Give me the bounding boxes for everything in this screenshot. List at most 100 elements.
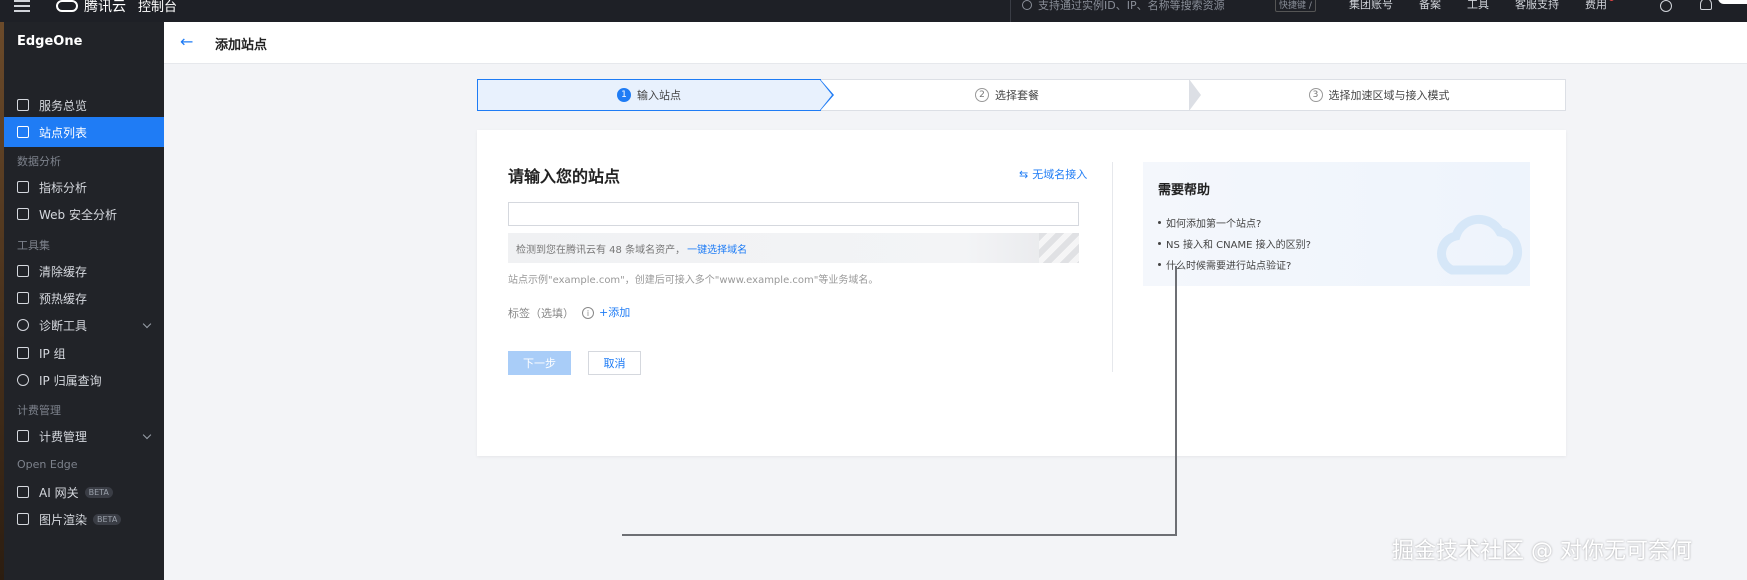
chart-icon <box>17 181 29 193</box>
sidebar: EdgeOne 服务总览 站点列表 数据分析 指标分析 Web 安全分析 工具集… <box>4 22 164 580</box>
notice-text: 检测到您在腾讯云有 48 条域名资产， <box>516 244 686 256</box>
help-item[interactable]: 如何添加第一个站点? <box>1158 212 1311 233</box>
sidebar-item-label: 图片渲染 <box>39 512 88 527</box>
topbar-link-tools[interactable]: 工具 <box>1467 0 1489 12</box>
swap-icon: ⇆ <box>1019 167 1029 181</box>
ip-icon <box>17 347 29 359</box>
bell-icon[interactable] <box>1700 0 1712 10</box>
product-name: EdgeOne <box>17 34 83 49</box>
sidebar-item-overview[interactable]: 服务总览 <box>4 90 164 120</box>
help-icon[interactable] <box>1660 0 1672 12</box>
chevron-down-icon <box>142 430 152 440</box>
grid-icon <box>17 99 29 111</box>
select-domain-link[interactable]: 一键选择域名 <box>687 241 747 256</box>
sidebar-group-tools: 工具集 <box>17 239 50 252</box>
help-item-label: 如何添加第一个站点? <box>1166 219 1262 230</box>
help-item[interactable]: NS 接入和 CNAME 接入的区别? <box>1158 233 1311 254</box>
help-panel: 需要帮助 如何添加第一个站点? NS 接入和 CNAME 接入的区别? 什么时候… <box>1143 162 1530 286</box>
shortcut-badge: 快捷键 / <box>1275 0 1316 12</box>
sidebar-item-label: IP 归属查询 <box>39 373 102 388</box>
cloud-decoration-icon <box>1437 214 1523 275</box>
card-divider <box>1112 162 1113 372</box>
help-title: 需要帮助 <box>1158 183 1211 198</box>
page-header: ← 添加站点 <box>164 22 1747 64</box>
tag-label: 标签（选填） <box>508 307 574 320</box>
image-icon <box>17 513 29 525</box>
cancel-button[interactable]: 取消 <box>588 351 641 375</box>
topbar-divider <box>1010 0 1011 22</box>
list-icon <box>17 126 29 138</box>
next-button[interactable]: 下一步 <box>508 351 571 375</box>
avatar[interactable] <box>1718 0 1747 4</box>
search-icon <box>17 374 29 386</box>
help-item[interactable]: 什么时候需要进行站点验证? <box>1158 254 1311 275</box>
add-tag-label: 添加 <box>608 306 631 319</box>
sidebar-item-label: Web 安全分析 <box>39 207 117 222</box>
sidebar-item-site-list[interactable]: 站点列表 <box>4 117 164 147</box>
sidebar-item-purge-cache[interactable]: 清除缓存 <box>4 256 164 286</box>
sidebar-item-ip-group[interactable]: IP 组 <box>4 338 164 368</box>
sidebar-item-label: IP 组 <box>39 346 66 361</box>
diagnose-icon <box>17 319 29 331</box>
bullet-icon <box>1158 221 1161 224</box>
beta-badge: BETA <box>84 486 113 498</box>
sidebar-item-ai-gateway[interactable]: AI 网关 BETA <box>4 477 164 507</box>
download-icon <box>17 292 29 304</box>
stepper: 1 输入站点 2 选择套餐 3 选择加速区域与接入模式 <box>477 79 1566 111</box>
cloud-logo-icon <box>56 0 78 12</box>
sidebar-item-image-render[interactable]: 图片渲染 BETA <box>4 504 164 534</box>
console-label: 控制台 <box>138 0 178 15</box>
brand-logo[interactable]: 腾讯云 <box>56 0 126 16</box>
add-tag-link[interactable]: +添加 <box>599 304 630 320</box>
sidebar-group-data: 数据分析 <box>17 155 61 168</box>
step-choose-plan: 2 选择套餐 <box>821 79 1201 111</box>
sidebar-item-label: 计费管理 <box>39 429 88 444</box>
site-input[interactable] <box>508 202 1079 226</box>
beta-badge: BETA <box>93 513 122 525</box>
page-title: 添加站点 <box>215 38 268 53</box>
step-input-site: 1 输入站点 <box>477 79 834 111</box>
sidebar-item-metrics[interactable]: 指标分析 <box>4 172 164 202</box>
topbar-link-support[interactable]: 客服支持 <box>1515 0 1559 12</box>
watermark: 掘金技术社区 @ 对你无可奈何 <box>1392 539 1692 564</box>
sidebar-item-prefetch-cache[interactable]: 预热缓存 <box>4 283 164 313</box>
annotation-line-horizontal <box>622 534 1177 536</box>
sidebar-group-open-edge: Open Edge <box>17 458 78 471</box>
topbar-link-account[interactable]: 集团账号 <box>1349 0 1393 12</box>
step-number: 1 <box>617 88 631 102</box>
step-number: 2 <box>975 88 989 102</box>
sidebar-item-billing[interactable]: 计费管理 <box>4 421 164 451</box>
brand-name: 腾讯云 <box>84 0 126 15</box>
step-label: 输入站点 <box>637 89 681 102</box>
notice-decoration <box>1039 233 1079 263</box>
console-link[interactable]: 控制台 <box>138 0 177 15</box>
billing-icon <box>17 430 29 442</box>
domain-assets-notice: 检测到您在腾讯云有 48 条域名资产， 一键选择域名 <box>508 233 1079 263</box>
help-item-label: NS 接入和 CNAME 接入的区别? <box>1166 240 1311 251</box>
sidebar-item-web-security[interactable]: Web 安全分析 <box>4 199 164 229</box>
sidebar-item-label: 诊断工具 <box>39 318 88 333</box>
step-choose-region: 3 选择加速区域与接入模式 <box>1193 80 1565 110</box>
site-example-hint: 站点示例"example.com"，创建后可接入多个"www.example.c… <box>508 275 879 286</box>
shield-icon <box>17 208 29 220</box>
no-domain-link[interactable]: ⇆ 无域名接入 <box>1019 166 1087 182</box>
hamburger-menu-icon[interactable] <box>14 0 30 14</box>
tag-field: 标签（选填） i <box>508 305 594 321</box>
back-arrow-icon[interactable]: ← <box>180 32 193 51</box>
topbar-link-filing[interactable]: 备案 <box>1419 0 1441 12</box>
bullet-icon <box>1158 263 1161 266</box>
sidebar-item-label: 预热缓存 <box>39 291 88 306</box>
info-icon[interactable]: i <box>582 307 594 319</box>
topbar-link-billing[interactable]: 费用 <box>1585 0 1614 12</box>
sidebar-item-diagnose[interactable]: 诊断工具 <box>4 310 164 340</box>
topbar-link-billing-label: 费用 <box>1585 0 1607 11</box>
topbar-links: 集团账号 备案 工具 客服支持 费用 <box>1349 0 1614 12</box>
sidebar-item-ip-lookup[interactable]: IP 归属查询 <box>4 365 164 395</box>
refresh-icon <box>17 265 29 277</box>
annotation-line-vertical <box>1175 266 1177 535</box>
global-search[interactable]: 支持通过实例ID、IP、名称等搜索资源 <box>1022 0 1225 13</box>
help-item-label: 什么时候需要进行站点验证? <box>1166 261 1292 272</box>
help-list: 如何添加第一个站点? NS 接入和 CNAME 接入的区别? 什么时候需要进行站… <box>1158 212 1311 275</box>
sidebar-item-label: 清除缓存 <box>39 264 88 279</box>
bullet-icon <box>1158 242 1161 245</box>
